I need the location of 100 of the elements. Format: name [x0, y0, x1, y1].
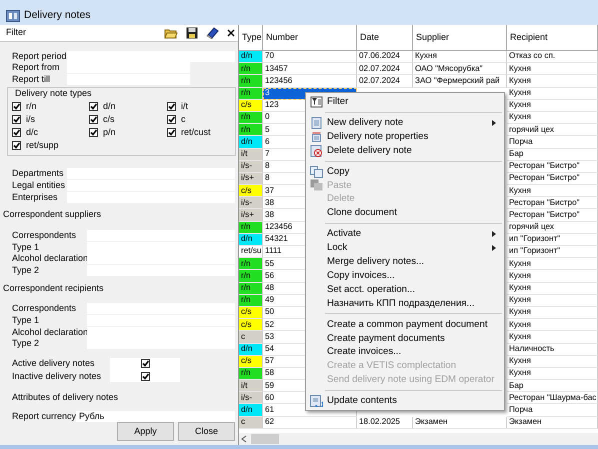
table-cell: 07.06.2024: [357, 51, 413, 64]
type-cell: c/s: [239, 319, 263, 332]
table-cell: Кухня: [507, 112, 598, 124]
column-header[interactable]: Date: [357, 25, 413, 51]
checkbox[interactable]: [89, 128, 98, 138]
table-cell: Кухня: [507, 75, 598, 88]
table-cell: Кухня: [507, 270, 598, 283]
table-cell: ОАО "Мясорубка": [413, 63, 507, 76]
type-cell: r/n: [239, 88, 263, 100]
checkbox-label: ret/cust: [181, 128, 211, 138]
checkbox[interactable]: [12, 115, 21, 124]
table-cell: Кухня: [507, 331, 598, 344]
checkbox-label: c/s: [103, 115, 115, 124]
close-button[interactable]: Close: [178, 422, 235, 441]
field-label: Legal entities: [12, 181, 66, 190]
checkbox[interactable]: [167, 128, 176, 138]
type-cell: c/s: [239, 356, 263, 368]
table-cell: Отказ со сп.: [507, 51, 598, 64]
checkbox[interactable]: [89, 115, 98, 124]
table-cell: Порча: [507, 404, 598, 417]
apply-button[interactable]: Apply: [117, 422, 174, 441]
type-cell: i/s+: [239, 172, 263, 186]
type-cell: r/n: [239, 270, 263, 283]
field-label: Alcohol declaration: [12, 328, 87, 337]
field-label: Report currency: [12, 412, 76, 421]
type-cell: c/s: [239, 185, 263, 198]
type-cell: ret/su: [239, 246, 263, 258]
copy-icon: [310, 166, 323, 178]
scrollbar-thumb[interactable]: [251, 434, 279, 444]
table-cell: Ресторан "Бистро": [507, 172, 598, 186]
checkbox-label: ret/supp: [26, 141, 59, 150]
field-label: Active delivery notes: [12, 359, 96, 368]
field-label: Inactive delivery notes: [12, 372, 102, 381]
table-cell: Кухня: [413, 51, 507, 64]
table-cell: Кухня: [507, 294, 598, 307]
table-cell: Кухня: [507, 356, 598, 368]
menu-item[interactable]: Lock: [327, 243, 348, 253]
field-label: Correspondents: [12, 304, 78, 314]
table-cell: горячий цех: [507, 124, 598, 136]
field-label: Type 1: [12, 242, 40, 252]
field-label: Type 1: [12, 316, 40, 325]
table-cell: Бар: [507, 148, 598, 161]
section-title: Correspondent suppliers: [2, 208, 102, 222]
type-cell: r/n: [239, 258, 263, 270]
type-cell: c/s: [239, 100, 263, 112]
input-field[interactable]: Рубль: [76, 410, 235, 422]
table-cell: 13457: [263, 63, 357, 76]
checkbox[interactable]: [167, 102, 176, 112]
field-label: Correspondents: [12, 230, 78, 240]
table-cell: Бар: [507, 380, 598, 392]
menu-item[interactable]: Filter: [327, 97, 348, 107]
type-cell: r/n: [239, 124, 263, 136]
checkbox-label: p/n: [103, 128, 116, 138]
panel-title: Filter: [6, 28, 27, 38]
column-header[interactable]: Type: [239, 25, 263, 51]
column-header[interactable]: Supplier: [413, 25, 507, 51]
delete-document-icon: [310, 144, 323, 157]
table-cell: 02.07.2024: [357, 75, 413, 88]
field-label: Enterprises: [12, 192, 59, 202]
table-cell: ЗАО "Фермерский рай: [413, 75, 507, 88]
type-cell: c: [239, 331, 263, 344]
field-label: Departments: [12, 169, 65, 178]
type-cell: d/n: [239, 344, 263, 356]
close-icon[interactable]: [227, 28, 235, 37]
table-cell: Кухня: [507, 319, 598, 332]
type-cell: r/n: [239, 368, 263, 380]
table-cell: Ресторан "Бистро": [507, 160, 598, 173]
paste-icon: [310, 179, 323, 192]
type-cell: i/s+: [239, 209, 263, 222]
checkbox-label: i/s: [26, 115, 35, 124]
save-icon[interactable]: [186, 26, 198, 39]
table-cell: 18.02.2025: [357, 416, 413, 429]
column-header[interactable]: Number: [263, 25, 357, 51]
checkbox[interactable]: [12, 141, 21, 150]
column-header[interactable]: Recipient: [507, 25, 598, 51]
table-cell: Кухня: [507, 185, 598, 198]
checkbox[interactable]: [89, 102, 98, 112]
table-cell: Кухня: [507, 100, 598, 112]
table-cell: Кухня: [507, 306, 598, 320]
checkbox[interactable]: [12, 102, 21, 112]
type-cell: i/s-: [239, 160, 263, 173]
field-label: Report till: [12, 74, 52, 84]
table-cell: Порча: [507, 136, 598, 148]
checkbox[interactable]: [167, 115, 176, 124]
type-cell: r/n: [239, 222, 263, 234]
table-cell: Ресторан "Бистро": [507, 197, 598, 210]
checkbox[interactable]: [12, 128, 21, 138]
checkbox-label: i/t: [181, 102, 188, 112]
type-cell: d/n: [239, 234, 263, 246]
section-title: Attributes of delivery notes: [11, 391, 120, 404]
table-cell: ип "Горизонт": [507, 234, 598, 246]
field-label: Type 2: [12, 266, 40, 275]
checkbox[interactable]: [140, 359, 150, 368]
field-label: Type 2: [12, 339, 40, 348]
type-cell: d/n: [239, 404, 263, 417]
folder-icon[interactable]: [164, 26, 178, 39]
book-icon[interactable]: [206, 26, 219, 39]
type-cell: d/n: [239, 51, 263, 64]
table-cell: 02.07.2024: [357, 63, 413, 76]
checkbox[interactable]: [140, 372, 150, 381]
